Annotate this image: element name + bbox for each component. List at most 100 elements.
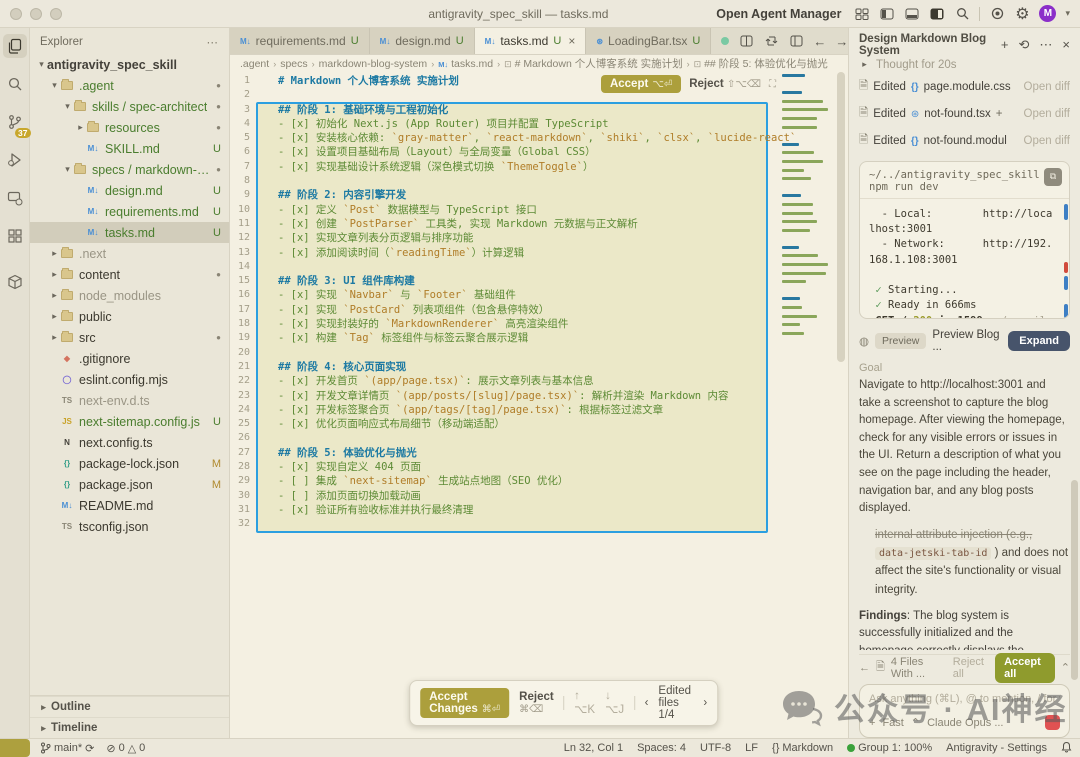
code-line-5[interactable]: 5- [x] 安装核心依赖: `gray-matter`, `react-mar… <box>230 131 848 145</box>
code-line-4[interactable]: 4- [x] 初始化 Next.js (App Router) 项目并配置 Ty… <box>230 117 848 131</box>
tree-item-skill.md[interactable]: M↓SKILL.mdU <box>30 138 229 159</box>
tree-item-eslint.config.mjs[interactable]: ◯eslint.config.mjs <box>30 369 229 390</box>
code-line-25[interactable]: 25- [x] 优化页面响应式布局细节（移动端适配） <box>230 417 848 431</box>
open-diff-button[interactable]: Open diff <box>1024 108 1070 120</box>
tree-item-package.json[interactable]: {}package.jsonM <box>30 474 229 495</box>
explorer-more-icon[interactable]: ⋯ <box>207 35 220 49</box>
back-icon[interactable]: ← <box>859 662 870 674</box>
search-icon[interactable] <box>954 6 970 22</box>
run-debug-icon[interactable] <box>3 148 27 172</box>
composer[interactable]: Ask anything (⌘L), @ to mention, / for w… <box>859 684 1070 738</box>
model-selector[interactable]: Claude Opus ... <box>927 717 1003 729</box>
language-mode[interactable]: {}Markdown <box>772 742 833 754</box>
sync-icon[interactable]: ⟳ <box>85 742 94 755</box>
tree-item-skills-spec-architect[interactable]: ▾skills / spec-architect● <box>30 96 229 117</box>
tree-item-src[interactable]: ▸src● <box>30 327 229 348</box>
encoding[interactable]: UTF-8 <box>700 742 731 754</box>
toggle-left-panel-icon[interactable] <box>879 6 895 22</box>
layout-panel-icon[interactable] <box>788 33 804 49</box>
panel-scrollbar[interactable] <box>1071 480 1078 680</box>
accept-button[interactable]: Accept⌥⏎ <box>601 75 681 93</box>
tree-item-package-lock.json[interactable]: {}package-lock.jsonM <box>30 453 229 474</box>
thought-row[interactable]: ▸ Thought for 20s <box>859 56 1070 74</box>
code-line-3[interactable]: 3## 阶段 1: 基础环境与工程初始化 <box>230 103 848 117</box>
code-line-19[interactable]: 19- [x] 构建 `Tag` 标签组件与标签云聚合展示逻辑 <box>230 331 848 345</box>
code-line-24[interactable]: 24- [x] 开发标签聚合页 `(app/tags/[tag]/page.ts… <box>230 403 848 417</box>
open-agent-manager-button[interactable]: Open Agent Manager <box>716 7 841 21</box>
breadcrumb[interactable]: .agent›specs›markdown-blog-system›M↓ tas… <box>230 55 848 72</box>
cursor-position[interactable]: Ln 32, Col 1 <box>564 742 623 754</box>
tab-requirements.md[interactable]: M↓requirements.mdU <box>230 28 370 54</box>
sidebar-section-outline[interactable]: ▸Outline <box>30 696 229 717</box>
code-line-29[interactable]: 29- [ ] 集成 `next-sitemap` 生成站点地图（SEO 优化） <box>230 474 848 488</box>
breadcrumb-item[interactable]: .agent <box>240 58 269 70</box>
code-line-28[interactable]: 28- [x] 实现自定义 404 页面 <box>230 460 848 474</box>
open-diff-button[interactable]: Open diff <box>1024 81 1070 93</box>
tree-item-requirements.md[interactable]: M↓requirements.mdU <box>30 201 229 222</box>
tree-item-resources[interactable]: ▸resources● <box>30 117 229 138</box>
remote-indicator[interactable] <box>0 739 30 757</box>
code-area[interactable]: Accept⌥⏎ Reject ⇧⌥⌫ ⛶ 1# Markdown 个人博客系统… <box>230 72 848 738</box>
tree-item-tasks.md[interactable]: M↓tasks.mdU <box>30 222 229 243</box>
code-line-27[interactable]: 27## 阶段 5: 体验优化与抛光 <box>230 446 848 460</box>
code-line-31[interactable]: 31- [x] 验证所有验收标准并执行最终清理 <box>230 503 848 517</box>
accept-changes-button[interactable]: Accept Changes⌘⏎ <box>420 688 509 718</box>
breadcrumb-item[interactable]: markdown-blog-system <box>319 58 428 70</box>
tree-item-tsconfig.json[interactable]: TStsconfig.json <box>30 516 229 537</box>
breadcrumb-item[interactable]: ⊡ ## 阶段 5: 体验优化与抛光 <box>694 56 828 71</box>
breadcrumb-item[interactable]: M↓ tasks.md <box>438 58 493 70</box>
code-line-6[interactable]: 6- [x] 设置项目基础布局（Layout）与全局变量（Global CSS） <box>230 145 848 159</box>
tree-item-.gitignore[interactable]: ◆.gitignore <box>30 348 229 369</box>
tree-item-.next[interactable]: ▸.next <box>30 243 229 264</box>
tree-item-design.md[interactable]: M↓design.mdU <box>30 180 229 201</box>
problems-indicator[interactable]: ⊘0 △0 <box>106 742 145 755</box>
tree-item-next-env.d.ts[interactable]: TSnext-env.d.ts <box>30 390 229 411</box>
code-line-30[interactable]: 30- [ ] 添加页面切换加载动画 <box>230 489 848 503</box>
bell-icon[interactable] <box>1061 741 1072 756</box>
reject-all-button[interactable]: Reject all <box>953 656 989 680</box>
code-line-10[interactable]: 10- [x] 定义 `Post` 数据模型与 TypeScript 接口 <box>230 203 848 217</box>
nav-back-icon[interactable]: ← <box>813 34 826 49</box>
source-control-icon[interactable]: 37 <box>3 110 27 134</box>
next-file-button[interactable]: › <box>703 697 707 709</box>
compare-icon[interactable] <box>763 33 779 49</box>
code-line-15[interactable]: 15## 阶段 3: UI 组件库构建 <box>230 274 848 288</box>
tree-item-next-sitemap.config.js[interactable]: JSnext-sitemap.config.jsU <box>30 411 229 432</box>
minimize-window-icon[interactable] <box>30 8 42 20</box>
code-line-23[interactable]: 23- [x] 开发文章详情页 `(app/posts/[slug]/page.… <box>230 389 848 403</box>
eol[interactable]: LF <box>745 742 758 754</box>
code-line-17[interactable]: 17- [x] 实现 `PostCard` 列表项组件（包含悬停特效） <box>230 303 848 317</box>
tab-loadingbar.tsx[interactable]: ⊛LoadingBar.tsxU <box>586 28 711 54</box>
code-line-13[interactable]: 13- [x] 添加阅读时间（`readingTime`）计算逻辑 <box>230 246 848 260</box>
git-branch[interactable]: main* ⟳ <box>40 742 94 755</box>
account-chevron-icon[interactable]: ▾ <box>1065 8 1070 19</box>
code-line-20[interactable]: 20 <box>230 346 848 360</box>
copy-terminal-icon[interactable]: ⧉ <box>1044 168 1062 186</box>
split-editor-icon[interactable] <box>738 33 754 49</box>
code-line-21[interactable]: 21## 阶段 4: 核心页面实现 <box>230 360 848 374</box>
tree-item-readme.md[interactable]: M↓README.md <box>30 495 229 516</box>
group-indicator[interactable]: Group 1: 100% <box>847 742 932 754</box>
explorer-icon[interactable] <box>3 34 27 58</box>
tree-item-content[interactable]: ▸content● <box>30 264 229 285</box>
minimap[interactable] <box>782 74 832 349</box>
editor-scrollbar[interactable] <box>837 72 845 362</box>
tree-item-antigravity-spec-skill[interactable]: ▾antigravity_spec_skill <box>30 54 229 75</box>
terminal-output[interactable]: - Local: http://localhost:3001 - Network… <box>860 199 1069 319</box>
code-line-22[interactable]: 22- [x] 开发首页 `(app/page.tsx)`: 展示文章列表与基本… <box>230 374 848 388</box>
breadcrumb-item[interactable]: specs <box>280 58 307 70</box>
layout-grid-icon[interactable] <box>854 6 870 22</box>
open-diff-button[interactable]: Open diff <box>1024 135 1070 147</box>
expand-button[interactable]: Expand <box>1008 331 1070 351</box>
code-line-8[interactable]: 8 <box>230 174 848 188</box>
accept-all-button[interactable]: Accept all <box>995 653 1055 683</box>
mode-selector[interactable]: Fast <box>882 717 903 729</box>
agent-note[interactable]: internal attribute injection (e.g., data… <box>859 526 1070 598</box>
extensions-icon[interactable] <box>3 224 27 248</box>
tree-item-.agent[interactable]: ▾.agent● <box>30 75 229 96</box>
close-panel-icon[interactable]: × <box>1062 37 1070 53</box>
reject-button[interactable]: Reject ⇧⌥⌫ <box>689 78 761 90</box>
panel-more-icon[interactable]: ⋯ <box>1039 37 1052 53</box>
sidebar-section-timeline[interactable]: ▸Timeline <box>30 717 229 738</box>
code-line-7[interactable]: 7- [x] 实现基础设计系统逻辑（深色模式切换 `ThemeToggle`） <box>230 160 848 174</box>
